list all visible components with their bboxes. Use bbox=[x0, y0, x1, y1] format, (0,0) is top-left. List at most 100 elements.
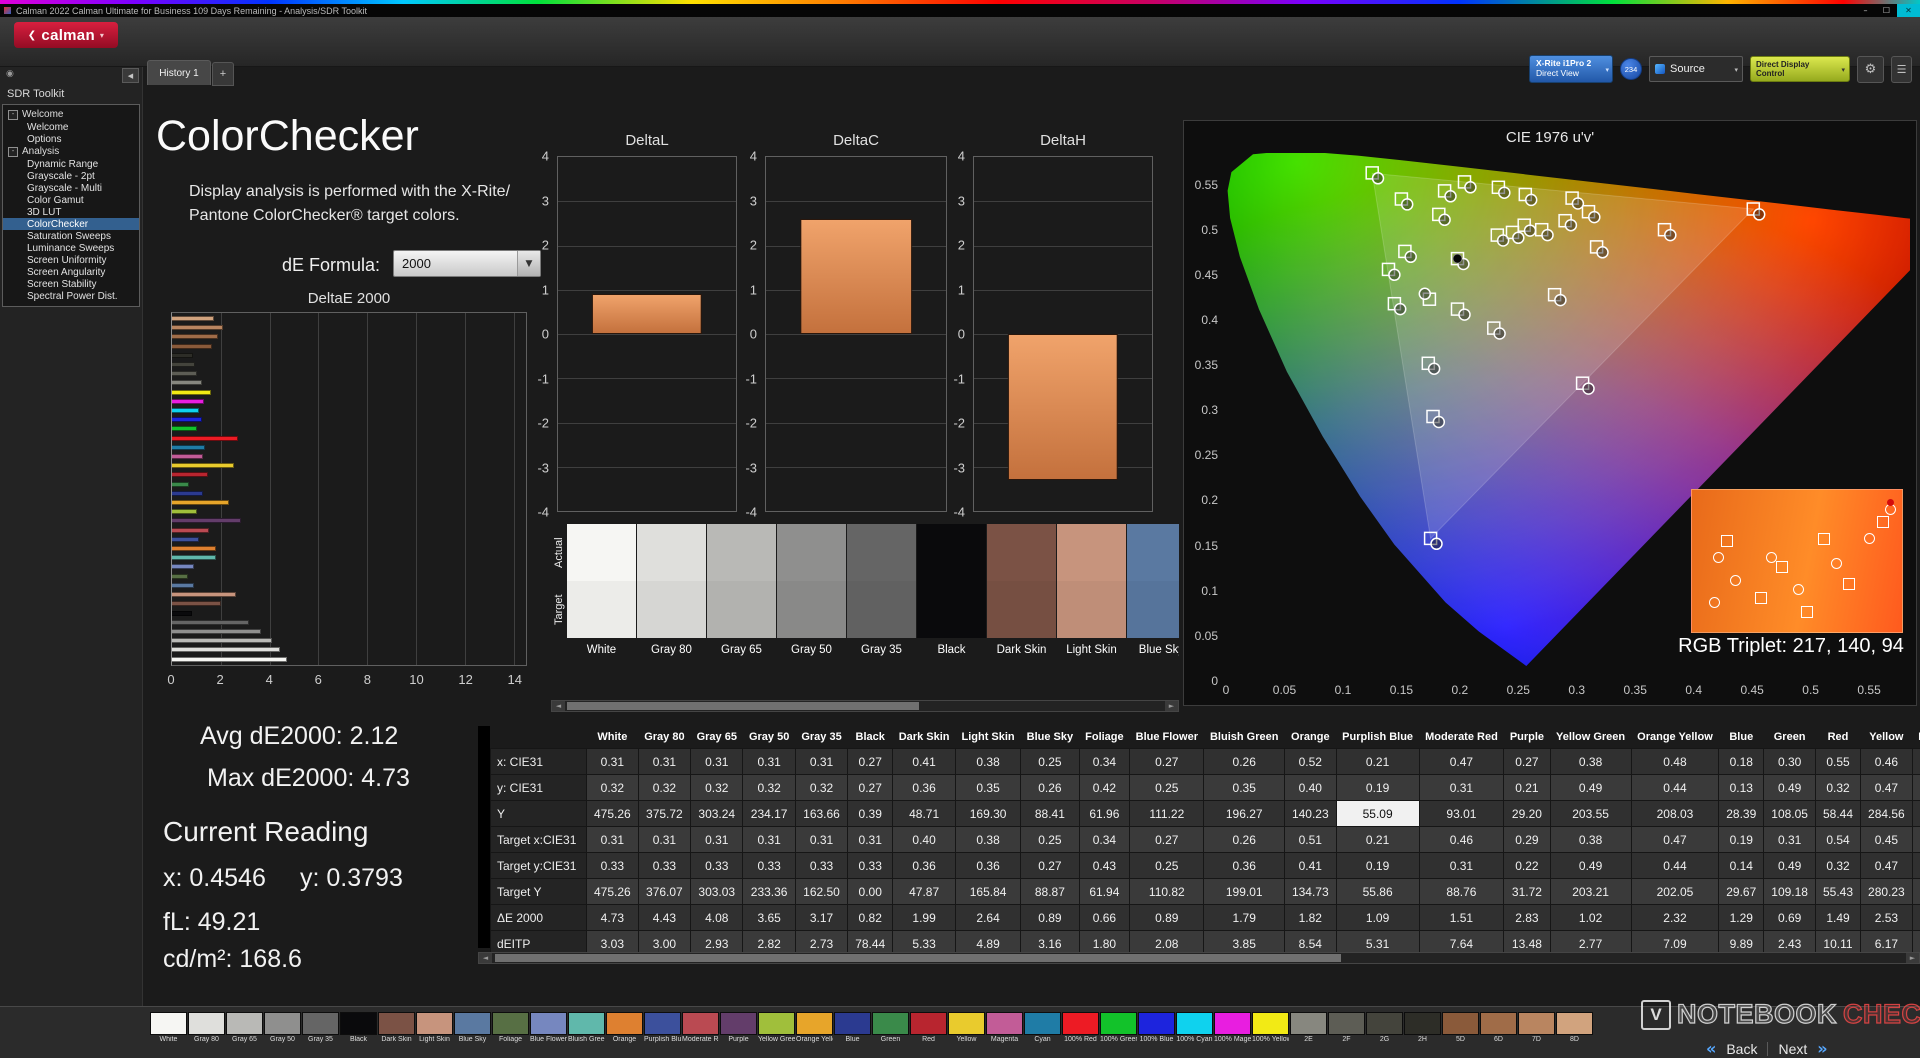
cell[interactable]: 0.25 bbox=[1129, 852, 1205, 879]
sidebar-item-luminance-sweeps[interactable]: Luminance Sweeps bbox=[3, 242, 139, 254]
cell[interactable]: 0.55 bbox=[1814, 748, 1862, 775]
cell[interactable]: 0.33 bbox=[742, 852, 796, 879]
cell[interactable]: 0.44 bbox=[1630, 852, 1720, 879]
cell[interactable]: 110.82 bbox=[1129, 878, 1205, 905]
cell[interactable]: 4.08 bbox=[690, 904, 744, 931]
cell[interactable]: 0.41 bbox=[1283, 852, 1337, 879]
cell[interactable]: 0.33 bbox=[847, 852, 894, 879]
cell[interactable]: 0.31 bbox=[690, 826, 744, 853]
cell[interactable]: 0.32 bbox=[1814, 852, 1862, 879]
cell[interactable]: 0.49 bbox=[1763, 852, 1816, 879]
tree-group-analysis[interactable]: - Analysis bbox=[3, 145, 139, 158]
cell[interactable]: 108.05 bbox=[1763, 800, 1816, 827]
cell[interactable]: 169.30 bbox=[954, 800, 1022, 827]
cell[interactable]: 0.31 bbox=[742, 826, 796, 853]
cell[interactable]: 0.35 bbox=[1203, 774, 1285, 801]
cell[interactable]: 0.31 bbox=[690, 748, 744, 775]
cell[interactable]: 0.32 bbox=[742, 774, 796, 801]
swatch-gray-35[interactable]: Gray 35 bbox=[847, 524, 916, 692]
next-button[interactable]: Next bbox=[1778, 1041, 1807, 1057]
cell[interactable]: 475.26 bbox=[586, 878, 639, 905]
cell[interactable]: 88.76 bbox=[1418, 878, 1505, 905]
bottom-swatch-red[interactable]: Red bbox=[910, 1012, 947, 1043]
cell[interactable]: 0.39 bbox=[847, 800, 894, 827]
direct-display-control-dropdown[interactable]: Direct Display Control ▾ bbox=[1750, 56, 1850, 82]
cell[interactable]: 0.38 bbox=[1549, 748, 1632, 775]
bottom-swatch-2f[interactable]: 2F bbox=[1328, 1012, 1365, 1043]
cell[interactable]: 0.26 bbox=[1203, 826, 1285, 853]
sidebar-item-screen-stability[interactable]: Screen Stability bbox=[3, 278, 139, 290]
meter-count-badge[interactable]: 234 bbox=[1620, 58, 1642, 80]
cell[interactable]: 165.84 bbox=[954, 878, 1022, 905]
de-formula-dropdown[interactable]: 2000 ▼ bbox=[393, 250, 541, 277]
cell[interactable]: 0.47 bbox=[1860, 852, 1913, 879]
bottom-swatch-bluish-green[interactable]: Bluish Green bbox=[568, 1012, 605, 1043]
cell[interactable]: 0.89 bbox=[1129, 904, 1205, 931]
cell[interactable]: 2.64 bbox=[954, 904, 1022, 931]
cell[interactable]: 1.09 bbox=[1335, 904, 1420, 931]
cell[interactable]: 93.01 bbox=[1418, 800, 1505, 827]
sidebar-item-spectral-power-dist[interactable]: Spectral Power Dist. bbox=[3, 290, 139, 302]
cell[interactable]: 0.33 bbox=[586, 852, 639, 879]
cell[interactable]: 31.72 bbox=[1503, 878, 1551, 905]
bottom-swatch-gray-50[interactable]: Gray 50 bbox=[264, 1012, 301, 1043]
cell[interactable]: 0.26 bbox=[1203, 748, 1285, 775]
cell[interactable]: 0.32 bbox=[586, 774, 639, 801]
bottom-swatch-magenta[interactable]: Magenta bbox=[986, 1012, 1023, 1043]
sidebar-item-grayscale-multi[interactable]: Grayscale - Multi bbox=[3, 182, 139, 194]
scrollbar-thumb[interactable] bbox=[495, 954, 1341, 962]
source-dropdown[interactable]: Source ▾ bbox=[1649, 56, 1743, 82]
sidebar-item-color-gamut[interactable]: Color Gamut bbox=[3, 194, 139, 206]
swatch-gray-65[interactable]: Gray 65 bbox=[707, 524, 776, 692]
cell[interactable]: 61.96 bbox=[1078, 800, 1131, 827]
cell[interactable]: 1.28 bbox=[1911, 904, 1920, 931]
cell[interactable]: 0.35 bbox=[954, 774, 1022, 801]
cell[interactable]: 89.47 bbox=[1911, 878, 1920, 905]
cell[interactable]: 0.25 bbox=[1020, 826, 1080, 853]
cell[interactable]: 28.39 bbox=[1718, 800, 1765, 827]
calman-menu-button[interactable]: ❮ calman ▾ bbox=[14, 22, 118, 48]
scrollbar-thumb[interactable] bbox=[567, 702, 919, 710]
cell[interactable]: 1.29 bbox=[1718, 904, 1765, 931]
bottom-swatch-cyan[interactable]: Cyan bbox=[1024, 1012, 1061, 1043]
swatch-white[interactable]: White bbox=[567, 524, 636, 692]
bottom-swatch-7d[interactable]: 7D bbox=[1518, 1012, 1555, 1043]
cell[interactable]: 0.31 bbox=[1418, 774, 1505, 801]
swatch-blue-sky[interactable]: Blue Sky bbox=[1127, 524, 1179, 692]
cell[interactable]: 0.51 bbox=[1283, 826, 1337, 853]
cell[interactable]: 0.38 bbox=[1911, 748, 1920, 775]
bottom-swatch-100-green[interactable]: 100% Green bbox=[1100, 1012, 1137, 1043]
cell[interactable]: 303.24 bbox=[690, 800, 744, 827]
bottom-swatch-yellow[interactable]: Yellow bbox=[948, 1012, 985, 1043]
cell[interactable]: 109.18 bbox=[1763, 878, 1816, 905]
cell[interactable]: 0.31 bbox=[1418, 852, 1505, 879]
bottom-swatch-green[interactable]: Green bbox=[872, 1012, 909, 1043]
cell[interactable]: 0.32 bbox=[690, 774, 744, 801]
cell[interactable]: 0.29 bbox=[1503, 826, 1551, 853]
cell[interactable]: 2.32 bbox=[1630, 904, 1720, 931]
bottom-swatch-5d[interactable]: 5D bbox=[1442, 1012, 1479, 1043]
bottom-swatch-100-yellow[interactable]: 100% Yellow bbox=[1252, 1012, 1289, 1043]
cell[interactable]: 0.36 bbox=[1203, 852, 1285, 879]
cell[interactable]: 233.36 bbox=[742, 878, 796, 905]
bottom-swatch-gray-35[interactable]: Gray 35 bbox=[302, 1012, 339, 1043]
scroll-left-arrow[interactable]: ◄ bbox=[552, 701, 565, 711]
bottom-swatch-blue-flower[interactable]: Blue Flower bbox=[530, 1012, 567, 1043]
cell[interactable]: 0.33 bbox=[794, 852, 849, 879]
cell[interactable]: 0.27 bbox=[847, 748, 894, 775]
cell[interactable]: 0.47 bbox=[1630, 826, 1720, 853]
swatch-strip-scrollbar[interactable]: ◄ ► bbox=[551, 700, 1179, 712]
cell[interactable]: 47.87 bbox=[892, 878, 956, 905]
cell[interactable]: 48.71 bbox=[892, 800, 956, 827]
cell[interactable]: 196.27 bbox=[1203, 800, 1285, 827]
cell[interactable]: 0.19 bbox=[1718, 826, 1765, 853]
cell[interactable]: 0.31 bbox=[742, 748, 796, 775]
cell[interactable]: 88.41 bbox=[1020, 800, 1080, 827]
cell[interactable]: 0.27 bbox=[1129, 748, 1205, 775]
sidebar-item-colorchecker[interactable]: ColorChecker bbox=[3, 218, 139, 230]
cell[interactable]: 0.31 bbox=[847, 826, 894, 853]
cell[interactable]: 162.50 bbox=[794, 878, 849, 905]
bottom-swatch-100-magenta[interactable]: 100% Magenta bbox=[1214, 1012, 1251, 1043]
swatch-black[interactable]: Black bbox=[917, 524, 986, 692]
cell[interactable]: 58.44 bbox=[1814, 800, 1862, 827]
